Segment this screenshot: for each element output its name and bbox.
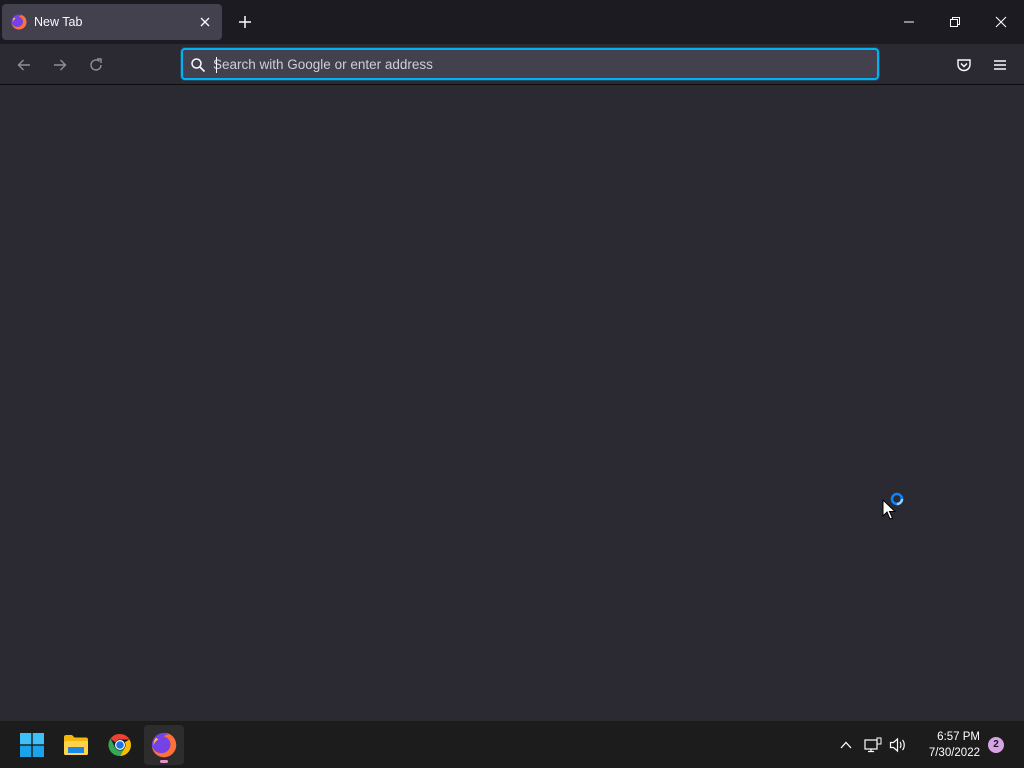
back-button[interactable] [12, 53, 36, 77]
arrow-left-icon [17, 59, 30, 71]
reload-icon [90, 58, 102, 71]
new-tab-button[interactable] [234, 11, 256, 33]
plus-icon [239, 16, 251, 28]
chrome-icon [108, 733, 131, 757]
close-icon [995, 16, 1007, 28]
volume-button[interactable] [888, 735, 908, 755]
firefox-icon [11, 14, 27, 30]
chevron-up-icon [840, 741, 852, 749]
clock-time: 6:57 PM [937, 731, 980, 743]
tab-new-tab[interactable]: New Tab [2, 4, 222, 40]
taskbar: 6:57 PM 7/30/2022 2 [0, 720, 1024, 768]
search-icon [191, 58, 206, 73]
taskbar-chrome[interactable] [100, 725, 140, 765]
start-button[interactable] [12, 725, 52, 765]
text-caret [216, 57, 217, 73]
notification-badge[interactable]: 2 [988, 737, 1004, 753]
pocket-icon [957, 59, 971, 72]
minimize-icon [904, 21, 914, 23]
restore-button[interactable] [943, 10, 967, 34]
app-menu-button[interactable] [988, 53, 1012, 77]
volume-icon [889, 737, 905, 753]
forward-button[interactable] [48, 53, 72, 77]
network-icon [864, 737, 882, 753]
hamburger-menu-icon [994, 60, 1006, 70]
title-bar: New Tab [0, 0, 1024, 44]
reload-button[interactable] [84, 53, 108, 77]
arrow-right-icon [54, 59, 67, 71]
pocket-button[interactable] [952, 53, 976, 77]
network-button[interactable] [863, 735, 883, 755]
taskbar-firefox[interactable] [144, 725, 184, 765]
folder-icon [64, 735, 88, 755]
page-content[interactable] [0, 85, 1024, 720]
active-app-indicator [160, 760, 168, 763]
taskbar-file-explorer[interactable] [56, 725, 96, 765]
close-window-button[interactable] [989, 10, 1013, 34]
firefox-icon [151, 732, 177, 758]
show-hidden-icons-button[interactable] [836, 735, 856, 755]
minimize-button[interactable] [897, 10, 921, 34]
system-clock[interactable]: 6:57 PM 7/30/2022 [914, 729, 980, 761]
windows-start-icon [20, 733, 44, 757]
busy-arrow-cursor [882, 492, 904, 520]
close-icon[interactable] [198, 15, 212, 29]
clock-date: 7/30/2022 [928, 747, 980, 759]
url-input[interactable] [213, 53, 853, 75]
url-bar[interactable] [181, 48, 879, 80]
tab-title: New Tab [34, 15, 83, 29]
restore-icon [950, 17, 960, 27]
navigation-toolbar [0, 44, 1024, 85]
